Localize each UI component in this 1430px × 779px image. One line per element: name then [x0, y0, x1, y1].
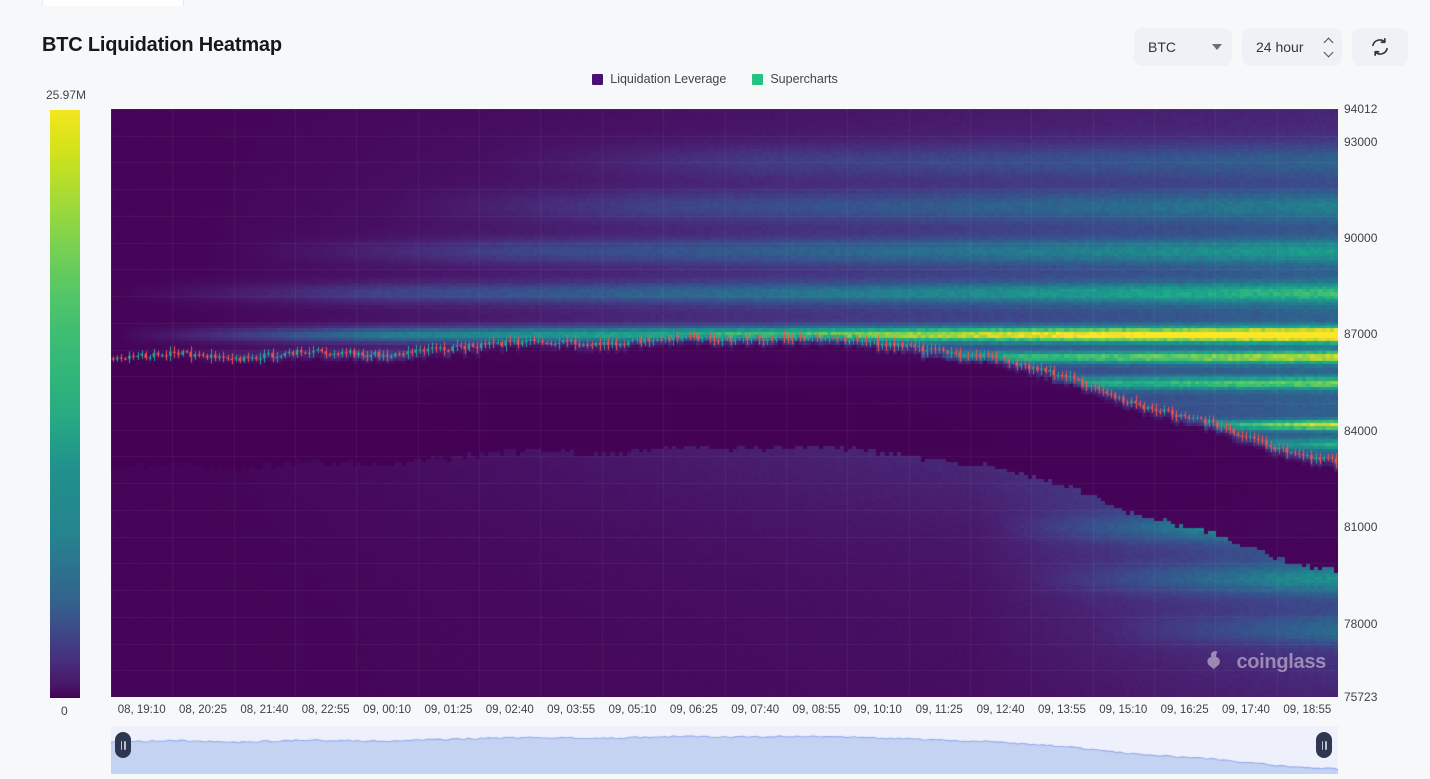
x-axis-tick: 08, 19:10 [118, 704, 166, 716]
y-axis-tick: 84000 [1344, 424, 1377, 438]
y-axis-tick: 93000 [1344, 135, 1377, 149]
x-axis-tick: 09, 13:55 [1038, 704, 1086, 716]
x-axis-tick: 09, 17:40 [1222, 704, 1270, 716]
x-axis: 08, 19:10 08, 20:25 08, 21:40 08, 22:55 09, … [0, 704, 1430, 722]
chevron-down-icon [1212, 44, 1222, 50]
x-axis-tick: 09, 03:55 [547, 704, 595, 716]
legend-swatch-icon [592, 74, 603, 85]
x-axis-tick: 09, 05:10 [608, 704, 656, 716]
x-axis-tick: 09, 18:55 [1283, 704, 1331, 716]
stepper-down-icon[interactable] [1324, 47, 1334, 57]
interval-select[interactable]: 24 hour [1242, 28, 1342, 66]
x-axis-tick: 09, 10:10 [854, 704, 902, 716]
y-axis-tick: 87000 [1344, 327, 1377, 341]
tab-remnant[interactable] [42, 0, 184, 6]
y-axis-tick: 81000 [1344, 520, 1377, 534]
symbol-select-value: BTC [1148, 39, 1176, 55]
range-start-handle[interactable] [115, 732, 131, 758]
interval-select-value: 24 hour [1256, 39, 1303, 55]
colorbar-max-label: 25.97M [46, 88, 86, 102]
x-axis-tick: 09, 07:40 [731, 704, 779, 716]
grip-line-icon [121, 741, 123, 750]
x-axis-tick: 09, 11:25 [916, 704, 963, 716]
legend-label: Liquidation Leverage [610, 72, 726, 86]
x-axis-tick: 08, 22:55 [302, 704, 350, 716]
grip-line-icon [1325, 741, 1327, 750]
x-axis-tick: 08, 20:25 [179, 704, 227, 716]
symbol-select[interactable]: BTC [1134, 28, 1232, 66]
range-selector[interactable] [111, 726, 1338, 774]
colorbar-gradient [50, 110, 80, 698]
legend-item-supercharts[interactable]: Supercharts [752, 72, 837, 86]
legend-label: Supercharts [770, 72, 837, 86]
y-axis: 9401293000900008700084000810007800075723 [1344, 109, 1430, 705]
x-axis-tick: 08, 21:40 [240, 704, 288, 716]
header-controls: BTC 24 hour [1134, 28, 1408, 66]
x-axis-tick: 09, 08:55 [793, 704, 841, 716]
legend-swatch-icon [752, 74, 763, 85]
x-axis-tick: 09, 02:40 [486, 704, 534, 716]
x-axis-tick: 09, 12:40 [977, 704, 1025, 716]
liquidation-heatmap-plot[interactable]: coinglass [111, 109, 1338, 697]
y-axis-tick: 78000 [1344, 617, 1377, 631]
x-axis-tick: 09, 00:10 [363, 704, 411, 716]
refresh-icon [1370, 37, 1390, 57]
colorbar: 25.97M 0 [50, 110, 80, 698]
x-axis-tick: 09, 01:25 [424, 704, 472, 716]
x-axis-tick: 09, 16:25 [1161, 704, 1209, 716]
x-axis-tick: 09, 15:10 [1099, 704, 1147, 716]
grip-line-icon [124, 741, 126, 750]
refresh-button[interactable] [1352, 28, 1408, 66]
range-end-handle[interactable] [1316, 732, 1332, 758]
range-selector-chart [111, 726, 1338, 774]
grip-line-icon [1322, 741, 1324, 750]
page-header: BTC Liquidation Heatmap BTC 24 hour [0, 12, 1430, 58]
stepper-up-icon[interactable] [1324, 37, 1334, 47]
y-axis-tick: 94012 [1344, 102, 1377, 116]
page-title: BTC Liquidation Heatmap [42, 34, 282, 57]
stepper-icon[interactable] [1325, 39, 1332, 56]
heatmap-canvas[interactable] [111, 109, 1338, 697]
x-axis-tick: 09, 06:25 [670, 704, 718, 716]
legend-item-liquidation-leverage[interactable]: Liquidation Leverage [592, 72, 726, 86]
y-axis-tick: 90000 [1344, 231, 1377, 245]
chart-legend: Liquidation Leverage Supercharts [0, 72, 1430, 86]
y-axis-tick: 75723 [1344, 690, 1377, 704]
